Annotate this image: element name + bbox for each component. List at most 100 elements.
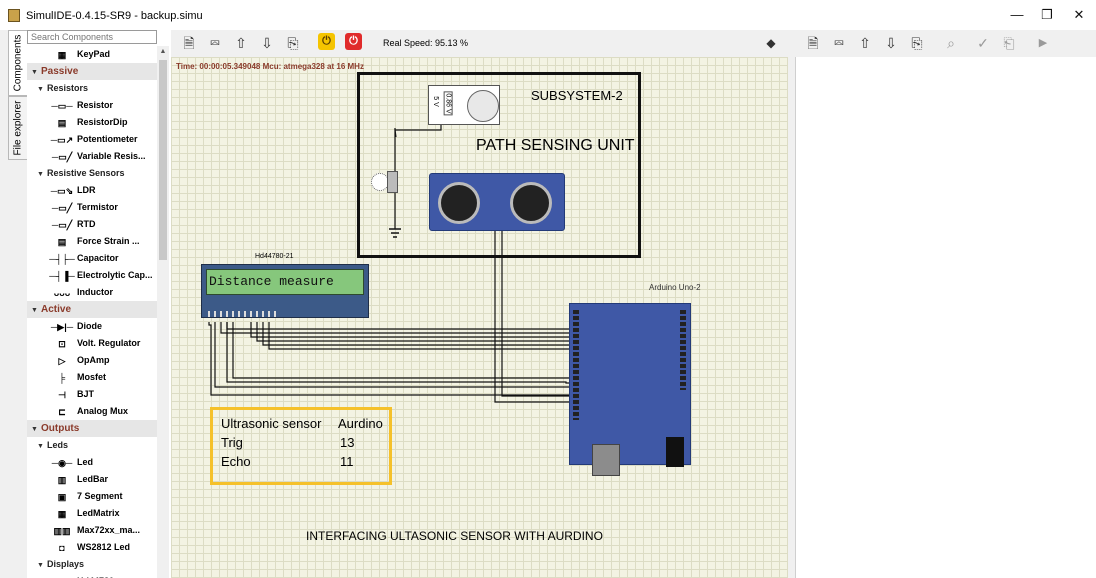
tree-label: Displays: [47, 559, 85, 569]
lcd-pins: [208, 311, 280, 317]
component-item[interactable]: ─▭╱ RTD: [27, 216, 96, 233]
power-jack-icon: [666, 437, 684, 467]
subcategory-displays[interactable]: ▼ Displays: [27, 556, 84, 573]
lcd-screen-text: Distance measure: [206, 269, 364, 295]
component-item[interactable]: ─┤▐─ Electrolytic Cap...: [27, 267, 153, 284]
component-item[interactable]: ᴗᴗᴗ Inductor: [27, 284, 113, 301]
category-passive[interactable]: ▼ Passive: [27, 63, 157, 80]
component-item[interactable]: ⊣ BJT: [27, 386, 94, 403]
real-speed-label: Real Speed: 95.13 %: [383, 38, 469, 48]
expand-arrow-icon[interactable]: ▼: [31, 421, 41, 438]
tree-label: Mosfet: [77, 372, 106, 382]
component-item[interactable]: ◘ WS2812 Led: [27, 539, 130, 556]
usb-port-icon: [592, 444, 620, 476]
component-item[interactable]: ─▭↗ Potentiometer: [27, 131, 138, 148]
expand-arrow-icon[interactable]: ▼: [37, 166, 47, 183]
expand-arrow-icon[interactable]: ▼: [37, 438, 47, 455]
compile-icon[interactable]: ✓: [973, 34, 993, 52]
component-item[interactable]: ▣ 7 Segment: [27, 488, 123, 505]
search-components-input[interactable]: [27, 30, 157, 44]
tree-label: Led: [77, 457, 94, 467]
circuit-canvas[interactable]: Time: 00:00:05.349048 Mcu: atmega328 at …: [171, 57, 788, 578]
category-outputs[interactable]: ▼ Outputs: [27, 420, 157, 437]
tree-label: Leds: [47, 440, 69, 450]
editor-save-as-icon[interactable]: ⇩: [881, 34, 901, 52]
open-circuit-icon[interactable]: ⮹: [205, 34, 225, 52]
export-icon[interactable]: ⎘: [283, 34, 303, 52]
maximize-button[interactable]: ❐: [1030, 4, 1064, 26]
component-item[interactable]: ─◉─ Led: [27, 454, 93, 471]
potentiometer-component[interactable]: 5 V 0.86 V: [428, 85, 500, 125]
component-item[interactable]: ▭Hd44780: [27, 573, 114, 578]
component-item[interactable]: ─┤├─ Capacitor: [27, 250, 118, 267]
find-icon[interactable]: ⌕: [941, 34, 961, 52]
table-cell-trig-pin: 13: [340, 435, 355, 450]
mcu-settings-icon[interactable]: ◆: [761, 34, 781, 52]
tab-file-explorer[interactable]: File explorer: [8, 96, 28, 160]
save-circuit-icon[interactable]: ⇧: [231, 34, 251, 52]
subcategory-resistors[interactable]: ▼ Resistors: [27, 80, 88, 97]
component-item[interactable]: ▤ ResistorDip: [27, 114, 128, 131]
subcategory-resistive-sensors[interactable]: ▼ Resistive Sensors: [27, 165, 125, 182]
stop-button[interactable]: ⏻: [345, 33, 362, 50]
transducer-left-icon: [438, 182, 480, 224]
circuit-caption: INTERFACING ULTASONIC SENSOR WITH AURDIN…: [306, 529, 603, 543]
component-item[interactable]: ⊡ Volt. Regulator: [27, 335, 140, 352]
component-item[interactable]: ─▭⇘ LDR: [27, 182, 96, 199]
splitter-handle[interactable]: [788, 57, 795, 578]
tree-label: Passive: [41, 66, 79, 77]
tree-label: Electrolytic Cap...: [77, 270, 153, 280]
pot-voltage-label: 5 V: [431, 96, 439, 107]
component-item[interactable]: ─▭─ Resistor: [27, 97, 113, 114]
pot-knob-icon[interactable]: [467, 90, 499, 122]
editor-save-icon[interactable]: ⇧: [855, 34, 875, 52]
code-editor-pane[interactable]: [795, 57, 1096, 578]
power-button[interactable]: ⏻: [318, 33, 335, 50]
tab-components[interactable]: Components: [8, 30, 28, 96]
expand-arrow-icon[interactable]: ▼: [37, 557, 47, 574]
expand-arrow-icon[interactable]: ▼: [31, 64, 41, 81]
arduino-board[interactable]: [569, 303, 691, 476]
tree-label: RTD: [77, 219, 96, 229]
scroll-up-icon[interactable]: ▲: [157, 46, 169, 58]
component-item[interactable]: ⊏ Analog Mux: [27, 403, 128, 420]
component-item[interactable]: ▷ OpAmp: [27, 352, 110, 369]
subcategory-leds[interactable]: ▼ Leds: [27, 437, 68, 454]
component-item[interactable]: ─▭╱ Termistor: [27, 199, 118, 216]
new-circuit-icon[interactable]: 🗎: [179, 34, 199, 52]
close-button[interactable]: ✕: [1062, 4, 1096, 26]
seven-segment-icon: ▣: [57, 491, 67, 502]
component-item[interactable]: ─▭╱ Variable Resis...: [27, 148, 146, 165]
panel-scrollbar[interactable]: ▲: [157, 46, 169, 578]
upload-icon[interactable]: ⎗: [999, 34, 1019, 52]
stop-icon: ⏻: [349, 35, 358, 47]
keypad-icon: ▦: [57, 49, 67, 60]
component-item[interactable]: ▦ LedMatrix: [27, 505, 120, 522]
component-item[interactable]: ─▶|─ Diode: [27, 318, 102, 335]
diode-icon: ─▶|─: [50, 321, 74, 332]
force-strain-icon: ▤: [57, 236, 67, 247]
sensor-body: [387, 171, 398, 193]
ldr-icon: ─▭⇘: [50, 185, 74, 196]
ws2812-icon: ◘: [59, 542, 65, 553]
minimize-button[interactable]: —: [1000, 4, 1034, 26]
variable-resistor-icon: ─▭╱: [51, 151, 73, 162]
volt-regulator-icon: ⊡: [58, 338, 66, 349]
editor-open-icon[interactable]: ⮹: [829, 34, 849, 52]
component-item[interactable]: ▤ Force Strain ...: [27, 233, 140, 250]
debug-run-icon[interactable]: ▶: [1033, 34, 1053, 52]
expand-arrow-icon[interactable]: ▼: [31, 302, 41, 319]
lcd-display[interactable]: Distance measure: [201, 264, 369, 318]
scrollbar-thumb[interactable]: [159, 60, 167, 260]
ultrasonic-sensor[interactable]: [429, 173, 565, 231]
component-item[interactable]: ╞ Mosfet: [27, 369, 106, 386]
component-item[interactable]: ▥▥ Max72xx_ma...: [27, 522, 140, 539]
component-item[interactable]: ▦ KeyPad: [27, 46, 110, 63]
category-active[interactable]: ▼ Active: [27, 301, 157, 318]
expand-arrow-icon[interactable]: ▼: [37, 81, 47, 98]
component-item[interactable]: ▥ LedBar: [27, 471, 108, 488]
tree-label: Potentiometer: [77, 134, 138, 144]
editor-close-icon[interactable]: ⎘: [907, 34, 927, 52]
save-as-icon[interactable]: ⇩: [257, 34, 277, 52]
editor-new-icon[interactable]: 🗎: [803, 34, 823, 52]
